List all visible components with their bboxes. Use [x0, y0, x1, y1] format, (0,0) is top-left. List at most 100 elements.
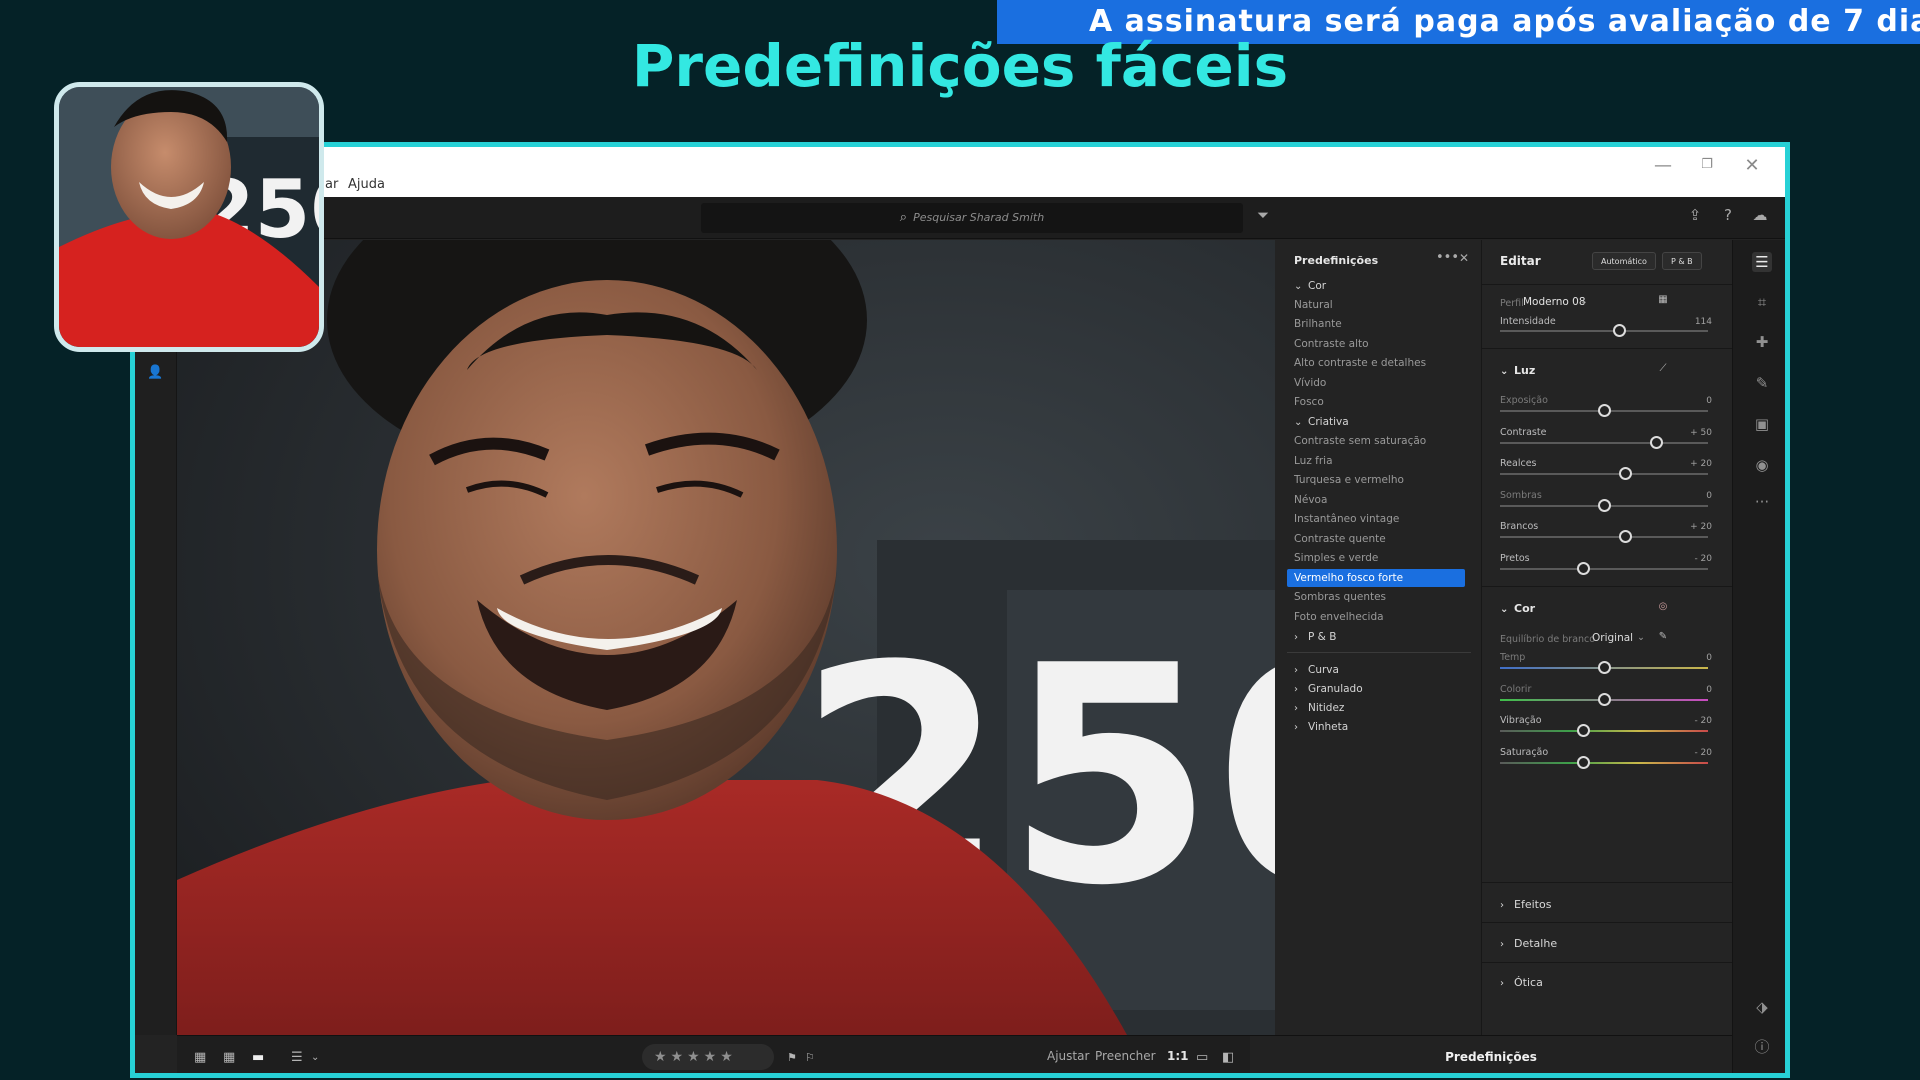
- slider-track[interactable]: [1500, 562, 1708, 575]
- grid-large-icon[interactable]: ▦: [223, 1050, 235, 1065]
- slider-track[interactable]: [1500, 692, 1708, 706]
- slider-knob[interactable]: [1598, 404, 1611, 417]
- preset-group-vinheta[interactable]: › Vinheta: [1294, 718, 1348, 736]
- preset-item[interactable]: Névoa: [1294, 491, 1327, 509]
- slider-value: 0: [1706, 490, 1712, 501]
- preset-group-cor[interactable]: ⌄ Cor: [1294, 277, 1326, 295]
- preset-item[interactable]: Instantâneo vintage: [1294, 510, 1399, 528]
- compare-icon[interactable]: ▭: [1196, 1050, 1208, 1065]
- flag-reject-icon[interactable]: ⚐: [805, 1051, 815, 1064]
- one-to-one-button[interactable]: 1:1: [1167, 1049, 1189, 1063]
- slider-knob[interactable]: [1618, 467, 1632, 481]
- slider-knob[interactable]: [1612, 324, 1626, 337]
- effects-section-header[interactable]: › Efeitos: [1500, 898, 1551, 911]
- split-view-icon[interactable]: ◧: [1222, 1050, 1234, 1065]
- slider-track[interactable]: [1500, 530, 1708, 544]
- auto-button[interactable]: Automático: [1592, 252, 1656, 270]
- preset-item[interactable]: Natural: [1294, 296, 1333, 314]
- preset-item-selected[interactable]: Vermelho fosco forte: [1287, 569, 1465, 587]
- more-options-icon[interactable]: •••: [1436, 250, 1459, 265]
- chevron-down-icon[interactable]: ⌄: [311, 1052, 319, 1063]
- color-section-header[interactable]: ⌄ Cor: [1500, 602, 1535, 615]
- preset-item[interactable]: Contraste quente: [1294, 530, 1386, 548]
- preset-item[interactable]: Alto contraste e detalhes: [1294, 354, 1426, 372]
- preset-group-curva[interactable]: › Curva: [1294, 661, 1339, 679]
- slider-knob[interactable]: [1598, 692, 1611, 706]
- optics-section-header[interactable]: › Ótica: [1500, 976, 1543, 989]
- preset-item[interactable]: Brilhante: [1294, 315, 1342, 333]
- eyedropper-icon[interactable]: ✎: [1654, 629, 1672, 647]
- healing-icon[interactable]: ✚: [1752, 332, 1772, 352]
- preset-item[interactable]: Sombras quentes: [1294, 588, 1386, 606]
- slider-track[interactable]: [1500, 661, 1708, 674]
- scroll-bar[interactable]: [183, 1077, 553, 1078]
- help-icon[interactable]: ?: [1717, 206, 1739, 224]
- preset-item[interactable]: Contraste alto: [1294, 335, 1369, 353]
- sort-icon[interactable]: ☰: [291, 1050, 303, 1065]
- slider-knob[interactable]: [1577, 724, 1591, 738]
- restore-button[interactable]: ❐: [1692, 157, 1722, 172]
- slider-knob[interactable]: [1650, 435, 1663, 449]
- slider-knob[interactable]: [1618, 530, 1632, 544]
- slider-track[interactable]: [1500, 467, 1708, 481]
- preset-item[interactable]: Fosco: [1294, 393, 1324, 411]
- close-button[interactable]: ✕: [1737, 155, 1767, 176]
- profile-dropdown[interactable]: Moderno 08: [1523, 296, 1586, 308]
- info-icon[interactable]: ⓘ: [1752, 1037, 1772, 1057]
- slider-knob[interactable]: [1577, 755, 1591, 769]
- fit-button[interactable]: Ajustar: [1047, 1049, 1089, 1063]
- gradient-icon[interactable]: ▣: [1752, 414, 1772, 434]
- preset-item[interactable]: Luz fria: [1294, 452, 1333, 470]
- detail-section-header[interactable]: › Detalhe: [1500, 937, 1557, 950]
- slider-track[interactable]: [1500, 435, 1708, 449]
- people-icon[interactable]: 👤: [147, 365, 163, 380]
- star-rating[interactable]: ★★★★★: [642, 1044, 774, 1070]
- preset-item[interactable]: Contraste sem saturação: [1294, 432, 1426, 450]
- search-input[interactable]: ⌕ Pesquisar Sharad Smith: [701, 203, 1243, 233]
- slider-knob[interactable]: [1598, 498, 1611, 512]
- slider-track[interactable]: [1500, 755, 1708, 769]
- light-section-header[interactable]: ⌄ Luz: [1500, 364, 1535, 377]
- presets-button[interactable]: Predefinições: [1250, 1035, 1732, 1073]
- slider-knob[interactable]: [1598, 661, 1611, 674]
- intensity-slider[interactable]: [1500, 324, 1708, 337]
- more-tools-icon[interactable]: ···: [1752, 492, 1772, 512]
- profile-browser-icon[interactable]: ▦: [1654, 292, 1672, 310]
- photo-canvas[interactable]: 250: [177, 240, 1275, 1035]
- white-balance-dropdown[interactable]: Original: [1592, 632, 1633, 644]
- curve-icon[interactable]: ⟋: [1654, 361, 1672, 379]
- brush-icon[interactable]: ✎: [1752, 373, 1772, 393]
- filter-icon[interactable]: ⏷: [1252, 206, 1274, 224]
- fill-button[interactable]: Preencher: [1095, 1049, 1156, 1063]
- preset-group-granulado[interactable]: › Granulado: [1294, 680, 1363, 698]
- grid-small-icon[interactable]: ▦: [194, 1050, 206, 1065]
- bw-button[interactable]: P & B: [1662, 252, 1702, 270]
- menu-item-partial[interactable]: ar: [325, 177, 338, 192]
- preset-group-pb[interactable]: › P & B: [1294, 628, 1336, 646]
- scroll-thumb[interactable]: [750, 1077, 790, 1078]
- preset-group-criativa[interactable]: ⌄ Criativa: [1294, 413, 1349, 431]
- flag-pick-icon[interactable]: ⚑: [787, 1051, 797, 1064]
- preset-item[interactable]: Foto envelhecida: [1294, 608, 1384, 626]
- menu-item-help[interactable]: Ajuda: [348, 177, 385, 192]
- preset-group-nitidez[interactable]: › Nitidez: [1294, 699, 1344, 717]
- preset-item[interactable]: Vívido: [1294, 374, 1326, 392]
- preset-item[interactable]: Turquesa e vermelho: [1294, 471, 1404, 489]
- slider-knob[interactable]: [1577, 562, 1591, 575]
- slider-track[interactable]: [1500, 498, 1708, 512]
- radial-icon[interactable]: ◉: [1752, 455, 1772, 475]
- single-view-icon[interactable]: ▬: [252, 1050, 264, 1065]
- slider-label: Temp: [1500, 652, 1526, 663]
- crop-icon[interactable]: ⌗: [1752, 292, 1772, 312]
- cloud-icon[interactable]: ☁: [1749, 206, 1771, 224]
- slider-label: Realces: [1500, 458, 1537, 470]
- color-mixer-icon[interactable]: ◎: [1654, 599, 1672, 617]
- minimize-button[interactable]: —: [1648, 155, 1678, 176]
- slider-track[interactable]: [1500, 724, 1708, 738]
- edit-sliders-icon[interactable]: ☰: [1752, 252, 1772, 272]
- share-icon[interactable]: ⇪: [1684, 206, 1706, 224]
- slider-track[interactable]: [1500, 404, 1708, 417]
- tag-icon[interactable]: ⬗: [1752, 997, 1772, 1017]
- close-presets-icon[interactable]: ✕: [1459, 251, 1469, 265]
- preset-item[interactable]: Simples e verde: [1294, 549, 1378, 567]
